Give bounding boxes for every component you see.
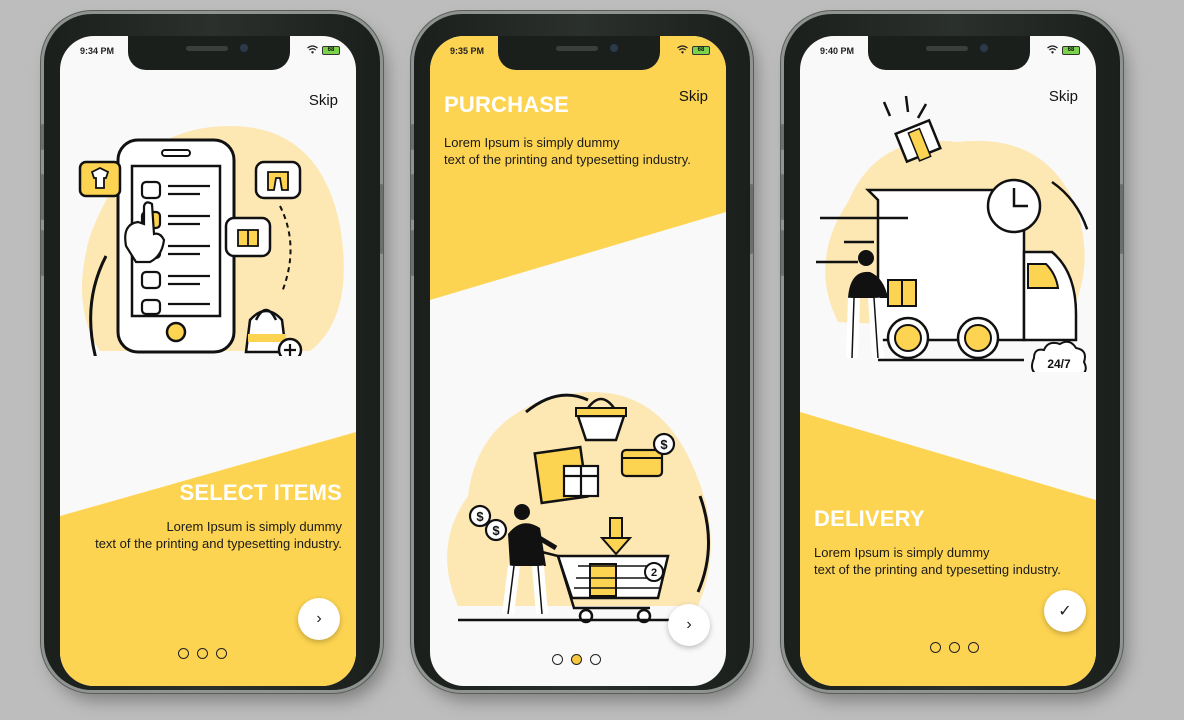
chevron-right-icon: ›: [686, 616, 692, 633]
page-dot-2[interactable]: [197, 648, 208, 659]
description-line-1: Lorem Ipsum is simply dummy: [444, 135, 620, 150]
screen-purchase: 9:35 PM 68 Skip PURCHASE Lorem Ipsum is …: [430, 36, 726, 686]
description-line-2: text of the printing and typesetting ind…: [444, 152, 691, 167]
badge-24-7: 24/7: [1047, 357, 1071, 371]
page-dot-1[interactable]: [178, 648, 189, 659]
shopping-cart-illustration: $ $ $ 2: [447, 392, 711, 624]
page-indicator: [930, 642, 979, 653]
notch: [868, 36, 1030, 70]
phone-delivery: 9:40 PM 68 Skip 24/7 DELIVERY Lorem Ipsu…: [781, 14, 1123, 690]
wifi-icon: [1047, 45, 1058, 56]
page-dot-1[interactable]: [552, 654, 563, 665]
check-icon: ✓: [1058, 603, 1072, 620]
status-time: 9:35 PM: [450, 46, 485, 56]
svg-text:$: $: [660, 437, 668, 452]
done-button[interactable]: ✓: [1044, 590, 1086, 632]
delivery-truck-illustration: 24/7: [816, 95, 1090, 372]
status-time: 9:34 PM: [80, 46, 115, 56]
page-dot-3[interactable]: [968, 642, 979, 653]
description-line-1: Lorem Ipsum is simply dummy: [814, 545, 990, 560]
svg-text:$: $: [476, 509, 484, 524]
wifi-icon: [307, 45, 318, 56]
battery-icon: 68: [1062, 46, 1080, 55]
page-title: DELIVERY: [814, 506, 925, 531]
svg-text:2: 2: [651, 567, 657, 579]
page-description: Lorem Ipsum is simply dummy text of the …: [72, 518, 342, 552]
page-dot-3[interactable]: [590, 654, 601, 665]
phone-select-items: 9:34 PM 68 Skip SELECT ITEMS Lorem Ipsum…: [41, 14, 383, 690]
description-line-2: text of the printing and typesetting ind…: [95, 536, 342, 551]
next-button[interactable]: ›: [668, 604, 710, 646]
page-dot-2[interactable]: [571, 654, 582, 665]
page-indicator: [552, 654, 601, 665]
status-time: 9:40 PM: [820, 46, 855, 56]
page-dot-1[interactable]: [930, 642, 941, 653]
description-line-2: text of the printing and typesetting ind…: [814, 562, 1061, 577]
battery-icon: 68: [692, 46, 710, 55]
page-dot-2[interactable]: [949, 642, 960, 653]
skip-button[interactable]: Skip: [679, 88, 708, 105]
svg-text:$: $: [492, 523, 500, 538]
next-button[interactable]: ›: [298, 598, 340, 640]
page-description: Lorem Ipsum is simply dummy text of the …: [814, 544, 1084, 578]
page-title: PURCHASE: [444, 92, 570, 117]
page-title: SELECT ITEMS: [179, 480, 342, 505]
notch: [128, 36, 290, 70]
wifi-icon: [677, 45, 688, 56]
description-line-1: Lorem Ipsum is simply dummy: [166, 519, 342, 534]
notch: [498, 36, 660, 70]
screen-delivery: 9:40 PM 68 Skip 24/7 DELIVERY Lorem Ipsu…: [800, 36, 1096, 686]
page-dot-3[interactable]: [216, 648, 227, 659]
phone-purchase: 9:35 PM 68 Skip PURCHASE Lorem Ipsum is …: [411, 14, 753, 690]
screen-select-items: 9:34 PM 68 Skip SELECT ITEMS Lorem Ipsum…: [60, 36, 356, 686]
page-description: Lorem Ipsum is simply dummy text of the …: [444, 134, 714, 168]
phone-shopping-illustration: [78, 126, 344, 356]
page-indicator: [178, 648, 227, 659]
battery-icon: 68: [322, 46, 340, 55]
chevron-right-icon: ›: [316, 610, 322, 627]
